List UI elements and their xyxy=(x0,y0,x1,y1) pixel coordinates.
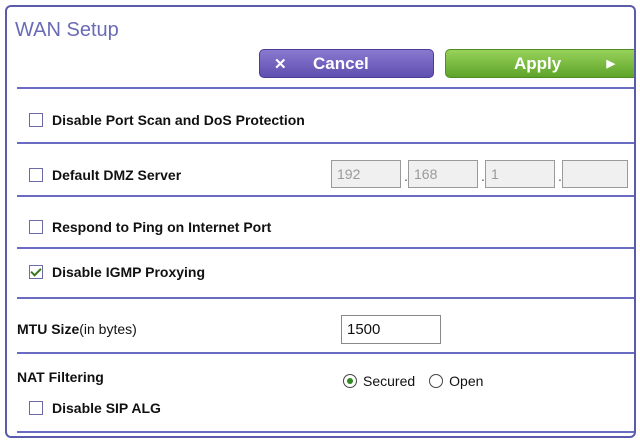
nat-filtering-options: Secured Open xyxy=(343,373,483,389)
nat-open-radio[interactable] xyxy=(429,374,444,388)
sip-row: Disable SIP ALG xyxy=(29,400,161,416)
cancel-label: Cancel xyxy=(313,53,369,73)
divider xyxy=(17,431,634,433)
close-icon: ✕ xyxy=(274,55,287,73)
dmz-label: Default DMZ Server xyxy=(52,167,182,183)
divider xyxy=(17,352,634,354)
divider xyxy=(17,87,634,89)
igmp-row: Disable IGMP Proxying xyxy=(29,264,205,280)
mtu-label-group: MTU Size(in bytes) xyxy=(17,321,137,337)
ping-checkbox[interactable] xyxy=(29,220,43,234)
dmz-ip-octet-4[interactable] xyxy=(562,160,628,188)
nat-filtering-label: NAT Filtering xyxy=(17,369,104,385)
ping-row: Respond to Ping on Internet Port xyxy=(29,219,271,235)
divider xyxy=(17,195,634,197)
nat-open-label: Open xyxy=(449,373,484,389)
page-title: WAN Setup xyxy=(15,19,119,41)
mtu-input[interactable]: 1500 xyxy=(341,315,441,344)
sip-checkbox[interactable] xyxy=(29,401,43,415)
port-scan-row: Disable Port Scan and DoS Protection xyxy=(29,112,305,128)
divider xyxy=(17,142,634,144)
port-scan-label: Disable Port Scan and DoS Protection xyxy=(52,112,305,128)
ping-label: Respond to Ping on Internet Port xyxy=(52,219,272,235)
nat-secured-label: Secured xyxy=(363,373,416,389)
dmz-ip-octet-2[interactable]: 168 xyxy=(408,160,478,188)
divider xyxy=(17,297,634,299)
dmz-ip-octet-3[interactable]: 1 xyxy=(485,160,555,188)
apply-label: Apply xyxy=(514,53,562,73)
apply-button[interactable]: Apply ▶ xyxy=(445,49,634,78)
mtu-label: MTU Size xyxy=(17,321,80,337)
dmz-row: Default DMZ Server xyxy=(29,167,181,183)
igmp-label: Disable IGMP Proxying xyxy=(52,264,206,280)
arrow-right-icon: ▶ xyxy=(606,58,615,70)
sip-label: Disable SIP ALG xyxy=(52,400,161,416)
divider xyxy=(17,247,634,249)
port-scan-checkbox[interactable] xyxy=(29,113,43,127)
mtu-unit: (in bytes) xyxy=(79,321,137,337)
nat-secured-radio[interactable] xyxy=(343,374,357,388)
dmz-ip-octet-1[interactable]: 192 xyxy=(331,160,401,188)
igmp-checkbox[interactable] xyxy=(29,265,43,279)
wan-setup-panel: WAN Setup ✕ Cancel Apply ▶ Disable Port … xyxy=(5,5,636,438)
dmz-checkbox[interactable] xyxy=(29,168,43,182)
cancel-button[interactable]: ✕ Cancel xyxy=(259,49,434,78)
